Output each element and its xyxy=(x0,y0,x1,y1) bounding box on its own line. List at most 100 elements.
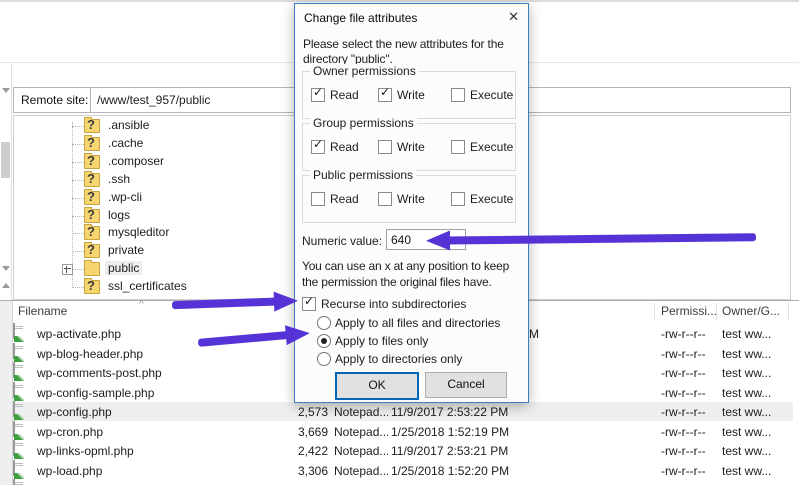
checkmark-icon: ✓ xyxy=(304,294,314,308)
file-permissions: -rw-r--r-- xyxy=(661,347,719,361)
scroll-arrow-icon[interactable] xyxy=(2,88,10,93)
column-header-owner[interactable]: Owner/G... xyxy=(722,304,780,318)
file-size: 3,669 xyxy=(250,425,328,439)
radio-label: Apply to files only xyxy=(335,334,428,348)
read-checkbox[interactable]: ✓ xyxy=(311,88,325,102)
file-permissions: -rw-r--r-- xyxy=(661,386,719,400)
file-modified: 1/25/2018 1:52:20 PM xyxy=(391,464,541,478)
annotation-arrow-numeric-value xyxy=(426,227,756,250)
file-type: Notepad... xyxy=(334,444,388,458)
folder-icon: ? xyxy=(84,280,100,294)
php-file-icon xyxy=(13,401,15,417)
php-file-icon xyxy=(13,362,15,378)
question-mark-icon: ? xyxy=(87,207,95,222)
cancel-button[interactable]: Cancel xyxy=(425,372,507,398)
file-size: 3,306 xyxy=(250,464,328,478)
file-size: 2,422 xyxy=(250,444,328,458)
permission-group-label: Group permissions xyxy=(310,116,417,130)
recurse-checkbox-label: Recurse into subdirectories xyxy=(321,297,466,311)
write-label: Write xyxy=(397,88,425,102)
permission-group-label: Owner permissions xyxy=(310,64,419,78)
write-label: Write xyxy=(397,140,425,154)
ok-button[interactable]: OK xyxy=(335,372,419,400)
file-owner: test ww... xyxy=(722,327,786,341)
tree-item-label: private xyxy=(105,243,147,257)
tree-item-label: ssl_certificates xyxy=(105,279,190,293)
radio-button[interactable] xyxy=(317,352,331,366)
file-owner: test ww... xyxy=(722,386,786,400)
permission-group: Group permissions ✓ Read ✓ Write ✓ Execu… xyxy=(302,123,516,171)
permission-group-label: Public permissions xyxy=(310,168,416,182)
write-checkbox[interactable]: ✓ xyxy=(378,192,392,206)
php-file-icon xyxy=(13,323,15,339)
radio-button[interactable] xyxy=(317,316,331,330)
close-icon[interactable]: ✕ xyxy=(508,9,519,25)
file-row[interactable]: wp-config.php 2,573 Notepad... 11/9/2017… xyxy=(13,402,793,421)
change-file-attributes-dialog: Change file attributes ✕ Please select t… xyxy=(294,3,529,403)
arrow-shaft xyxy=(198,331,292,347)
read-checkbox[interactable]: ✓ xyxy=(311,140,325,154)
column-header-filename[interactable]: Filename xyxy=(18,304,67,318)
recurse-checkbox[interactable]: ✓ xyxy=(302,297,316,311)
tree-connector xyxy=(72,269,84,270)
file-modified: 1/25/2018 1:52:19 PM xyxy=(391,425,541,439)
scroll-arrow-icon[interactable] xyxy=(2,266,10,271)
dialog-title: Change file attributes xyxy=(304,11,417,25)
folder-icon: ? xyxy=(84,173,100,187)
arrow-head-icon xyxy=(274,291,299,312)
file-row[interactable]: wp-login.php 37,286 Notepad... 12/13/201… xyxy=(13,480,793,485)
php-file-icon xyxy=(13,421,15,437)
php-file-icon xyxy=(13,460,15,476)
tree-item-label: .wp-cli xyxy=(105,190,145,204)
file-row[interactable]: wp-load.php 3,306 Notepad... 1/25/2018 1… xyxy=(13,461,793,480)
column-separator[interactable] xyxy=(716,303,717,320)
column-separator[interactable] xyxy=(654,303,655,320)
read-label: Read xyxy=(330,140,359,154)
permission-group: Owner permissions ✓ Read ✓ Write ✓ Execu… xyxy=(302,71,516,119)
expand-icon[interactable] xyxy=(62,264,73,275)
scrollbar-thumb[interactable] xyxy=(1,142,10,178)
read-checkbox[interactable]: ✓ xyxy=(311,192,325,206)
file-name: wp-config-sample.php xyxy=(37,386,154,400)
tree-item-label: .composer xyxy=(105,154,167,168)
scroll-arrow-icon[interactable] xyxy=(2,283,10,288)
execute-checkbox[interactable]: ✓ xyxy=(451,88,465,102)
file-row[interactable]: wp-links-opml.php 2,422 Notepad... 11/9/… xyxy=(13,441,793,460)
file-permissions: -rw-r--r-- xyxy=(661,366,719,380)
numeric-value-label: Numeric value: xyxy=(302,234,382,248)
question-mark-icon: ? xyxy=(87,117,95,132)
file-permissions: -rw-r--r-- xyxy=(661,464,719,478)
dialog-intro-text: Please select the new attributes for the… xyxy=(303,37,523,67)
arrow-head-icon xyxy=(285,323,311,345)
tree-connector xyxy=(72,126,84,127)
tree-connector xyxy=(72,216,84,217)
php-file-icon xyxy=(13,343,15,359)
file-owner: test ww... xyxy=(722,464,786,478)
execute-checkbox[interactable]: ✓ xyxy=(451,140,465,154)
question-mark-icon: ? xyxy=(87,242,95,257)
column-separator[interactable] xyxy=(788,303,789,320)
radio-button[interactable] xyxy=(317,334,331,348)
write-checkbox[interactable]: ✓ xyxy=(378,88,392,102)
folder-icon: ? xyxy=(84,119,100,133)
tree-item-label: public xyxy=(105,261,142,275)
file-row[interactable]: wp-cron.php 3,669 Notepad... 1/25/2018 1… xyxy=(13,422,793,441)
file-permissions: -rw-r--r-- xyxy=(661,405,719,419)
folder-icon: ? xyxy=(84,137,100,151)
toolbar-edge xyxy=(0,0,799,2)
file-type: Notepad... xyxy=(334,405,388,419)
folder-icon: ? xyxy=(84,191,100,205)
clipped-date-text: M xyxy=(529,327,539,341)
dialog-help-text: You can use an x at any position to keep… xyxy=(302,258,526,290)
execute-label: Execute xyxy=(470,192,513,206)
remote-site-label: Remote site: xyxy=(21,93,88,107)
file-modified: 11/9/2017 2:53:21 PM xyxy=(391,444,541,458)
column-header-permissions[interactable]: Permissi... xyxy=(661,304,717,318)
file-name: wp-comments-post.php xyxy=(37,366,162,380)
filezilla-window: Remote site: /www/test_957/public ? .ans… xyxy=(0,0,799,485)
write-checkbox[interactable]: ✓ xyxy=(378,140,392,154)
folder-icon: ? xyxy=(84,262,100,276)
radio-label: Apply to directories only xyxy=(335,352,462,366)
tree-item-label: .ansible xyxy=(105,118,152,132)
execute-checkbox[interactable]: ✓ xyxy=(451,192,465,206)
